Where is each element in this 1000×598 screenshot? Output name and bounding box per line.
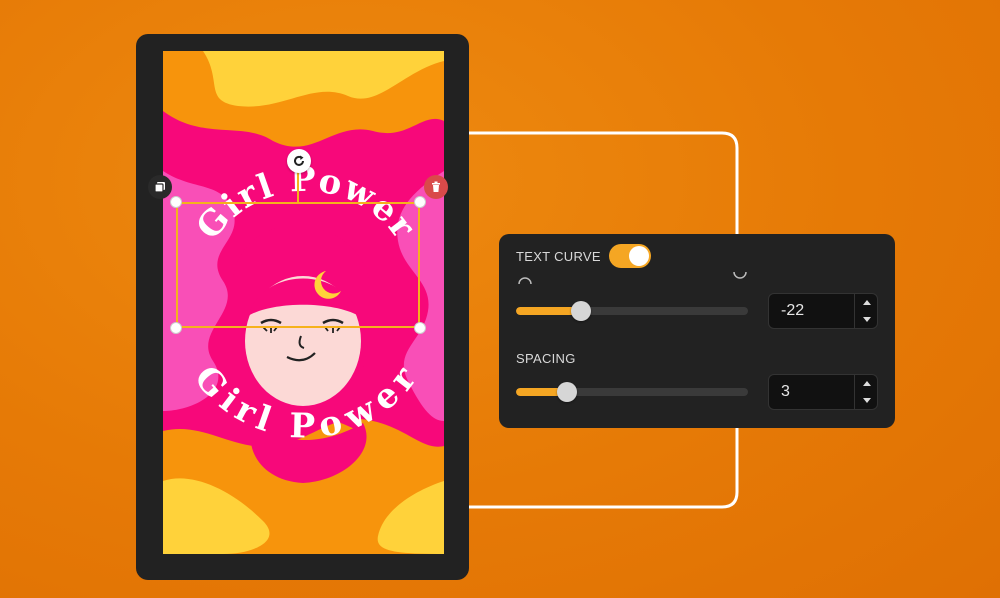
spacing-increment[interactable] [855, 375, 878, 392]
chevron-down-icon [862, 398, 871, 403]
toggle-knob [629, 246, 649, 266]
text-curve-stepper [768, 293, 878, 329]
spacing-stepper [768, 374, 878, 410]
delete-button[interactable] [424, 175, 448, 199]
spacing-decrement[interactable] [855, 392, 878, 409]
text-curve-slider[interactable] [516, 307, 748, 315]
resize-handle-bottom-left[interactable] [170, 322, 182, 334]
text-curve-label: TEXT CURVE [516, 249, 601, 264]
chevron-up-icon [862, 381, 871, 386]
text-curve-increment[interactable] [855, 294, 878, 311]
spacing-input[interactable] [781, 375, 851, 409]
text-settings-panel: TEXT CURVE SPACING [499, 234, 895, 428]
text-curve-toggle[interactable] [609, 244, 651, 268]
arc-up-icon [518, 277, 532, 285]
rotate-button[interactable] [287, 149, 311, 173]
resize-handle-top-right[interactable] [414, 196, 426, 208]
spacing-label: SPACING [516, 351, 576, 366]
arc-down-icon [733, 271, 747, 279]
resize-handle-bottom-right[interactable] [414, 322, 426, 334]
text-curve-decrement[interactable] [855, 311, 878, 328]
text-curve-input[interactable] [781, 294, 851, 328]
duplicate-icon [154, 182, 165, 193]
rotate-icon [294, 155, 304, 166]
trash-icon [432, 181, 440, 192]
duplicate-button[interactable] [148, 175, 172, 199]
spacing-slider[interactable] [516, 388, 748, 396]
selection-box[interactable] [176, 202, 420, 328]
text-curve-slider-thumb[interactable] [570, 301, 591, 321]
chevron-up-icon [862, 300, 871, 305]
resize-handle-top-left[interactable] [170, 196, 182, 208]
rotate-stem [297, 172, 299, 202]
spacing-slider-thumb[interactable] [557, 382, 578, 402]
chevron-down-icon [862, 317, 871, 322]
